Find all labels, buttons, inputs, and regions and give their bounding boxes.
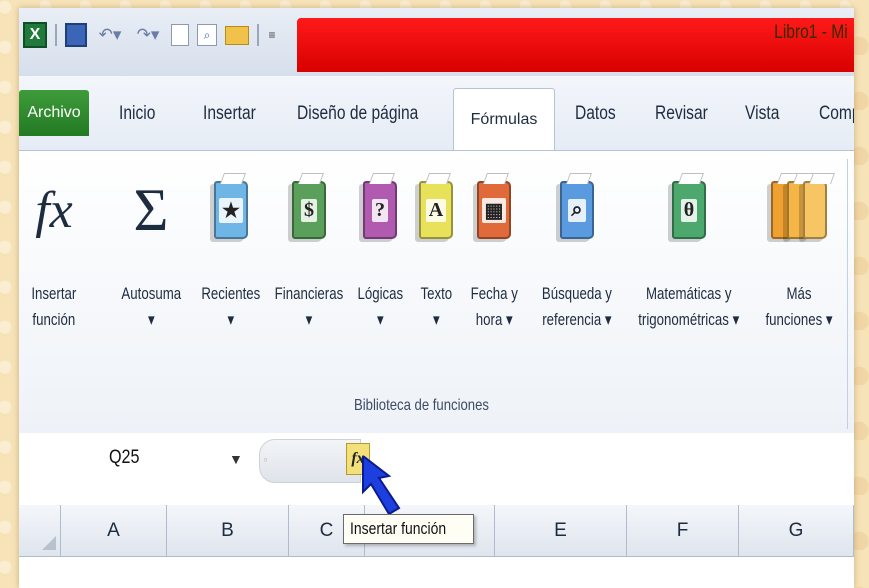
button-label: Búsqueda y xyxy=(541,284,613,303)
print-preview-icon[interactable]: ⌕ xyxy=(197,24,217,46)
matematicas-y-trigonometricas-button[interactable]: θ Matemáticas y trigonométricas ▾ xyxy=(619,151,759,401)
redo-icon[interactable]: ↷▾ xyxy=(133,23,163,47)
mas-funciones-button[interactable]: Más funciones ▾ xyxy=(749,151,849,401)
text-book-icon: A xyxy=(419,181,453,239)
button-label: Fecha y xyxy=(470,284,518,303)
button-label: función xyxy=(32,310,76,329)
button-label: Lógicas xyxy=(357,284,403,303)
new-document-icon[interactable] xyxy=(171,24,189,46)
texto-button[interactable]: A Texto ▾ xyxy=(411,151,461,401)
window-title: Libro1 - Mi xyxy=(774,22,848,43)
button-label: funciones ▾ xyxy=(765,310,833,329)
title-highlight-bar xyxy=(297,18,854,72)
tab-datos[interactable]: Datos xyxy=(575,94,616,134)
button-label: hora ▾ xyxy=(475,310,513,329)
fx-icon: fx xyxy=(35,181,73,239)
customize-menu-icon[interactable]: ≡ xyxy=(267,23,277,47)
ribbon-group-title: Biblioteca de funciones xyxy=(354,397,489,414)
financieras-button[interactable]: $ Financieras ▾ xyxy=(267,151,351,401)
name-box[interactable]: Q25 xyxy=(109,447,140,469)
tab-insertar[interactable]: Insertar xyxy=(203,94,256,134)
blue-arrow-pointer-icon xyxy=(362,456,401,516)
ribbon-group-divider xyxy=(847,159,848,429)
button-label: Recientes xyxy=(201,284,261,303)
tab-comp[interactable]: Comp xyxy=(819,94,854,134)
save-icon[interactable] xyxy=(65,23,87,47)
tooltip-text: Insertar función xyxy=(350,519,447,538)
column-header-e[interactable]: E xyxy=(495,505,627,557)
toolbar-separator xyxy=(257,24,259,46)
fecha-y-hora-button[interactable]: ▦ Fecha y hora ▾ xyxy=(459,151,529,401)
question-book-icon: ? xyxy=(363,181,397,239)
column-header-b[interactable]: B xyxy=(167,505,289,557)
theta-book-icon: θ xyxy=(672,181,706,239)
undo-icon[interactable]: ↶▾ xyxy=(95,23,125,47)
tab-revisar[interactable]: Revisar xyxy=(655,94,708,134)
button-label: referencia ▾ xyxy=(542,310,612,329)
button-label: trigonométricas ▾ xyxy=(638,310,740,329)
tab-formulas[interactable]: Fórmulas xyxy=(453,88,555,151)
formula-bar-grip-icon[interactable]: ◦ xyxy=(263,451,268,467)
open-folder-icon[interactable] xyxy=(225,25,249,45)
tab-vista[interactable]: Vista xyxy=(745,94,779,134)
button-label: Autosuma xyxy=(121,284,181,303)
column-header-f[interactable]: F xyxy=(627,505,739,557)
button-label: ▾ xyxy=(432,310,440,329)
button-label: Texto xyxy=(420,284,452,303)
more-books-icon xyxy=(771,181,827,239)
autosuma-button[interactable]: Σ Autosuma ▾ xyxy=(111,151,191,401)
formula-bar: Q25 ▼ ◦ fx xyxy=(19,433,854,494)
button-label: Más xyxy=(786,284,812,303)
button-label: Financieras xyxy=(274,284,344,303)
recientes-button[interactable]: ★ Recientes ▾ xyxy=(191,151,271,401)
select-all-corner[interactable] xyxy=(19,505,61,557)
excel-logo-icon[interactable]: X xyxy=(23,22,47,48)
button-label: Matemáticas y xyxy=(646,284,732,303)
button-label: ▾ xyxy=(305,310,313,329)
title-bar: X ↶▾ ↷▾ ⌕ ≡ Libro1 - Mi xyxy=(19,8,854,76)
tab-diseno-de-pagina[interactable]: Diseño de página xyxy=(297,94,418,134)
excel-screenshot: X ↶▾ ↷▾ ⌕ ≡ Libro1 - Mi Archivo Inicio I… xyxy=(19,8,854,588)
tab-inicio[interactable]: Inicio xyxy=(119,94,155,134)
ribbon-formulas: fx Insertar función Σ Autosuma ▾ ★ Recient… xyxy=(19,150,854,435)
button-label: ▾ xyxy=(147,310,155,329)
tab-archivo[interactable]: Archivo xyxy=(19,90,89,136)
sigma-icon: Σ xyxy=(133,176,169,243)
insertar-funcion-button[interactable]: fx Insertar función xyxy=(19,151,89,401)
money-book-icon: $ xyxy=(292,181,326,239)
quick-access-toolbar: X ↶▾ ↷▾ ⌕ ≡ xyxy=(23,18,277,52)
button-label: ▾ xyxy=(227,310,235,329)
column-header-a[interactable]: A xyxy=(61,505,167,557)
insert-function-tooltip: Insertar función xyxy=(343,514,475,544)
toolbar-separator xyxy=(55,24,57,46)
busqueda-y-referencia-button[interactable]: ⌕ Búsqueda y referencia ▾ xyxy=(529,151,625,401)
ribbon-tabs: Archivo Inicio Insertar Diseño de página… xyxy=(19,76,854,151)
column-header-g[interactable]: G xyxy=(739,505,854,557)
logicas-button[interactable]: ? Lógicas ▾ xyxy=(349,151,411,401)
calendar-book-icon: ▦ xyxy=(477,181,511,239)
button-label: ▾ xyxy=(376,310,384,329)
name-box-dropdown-icon[interactable]: ▼ xyxy=(229,451,243,467)
magnifier-book-icon: ⌕ xyxy=(560,181,594,239)
star-book-icon: ★ xyxy=(214,181,248,239)
button-label: Insertar xyxy=(31,284,77,303)
